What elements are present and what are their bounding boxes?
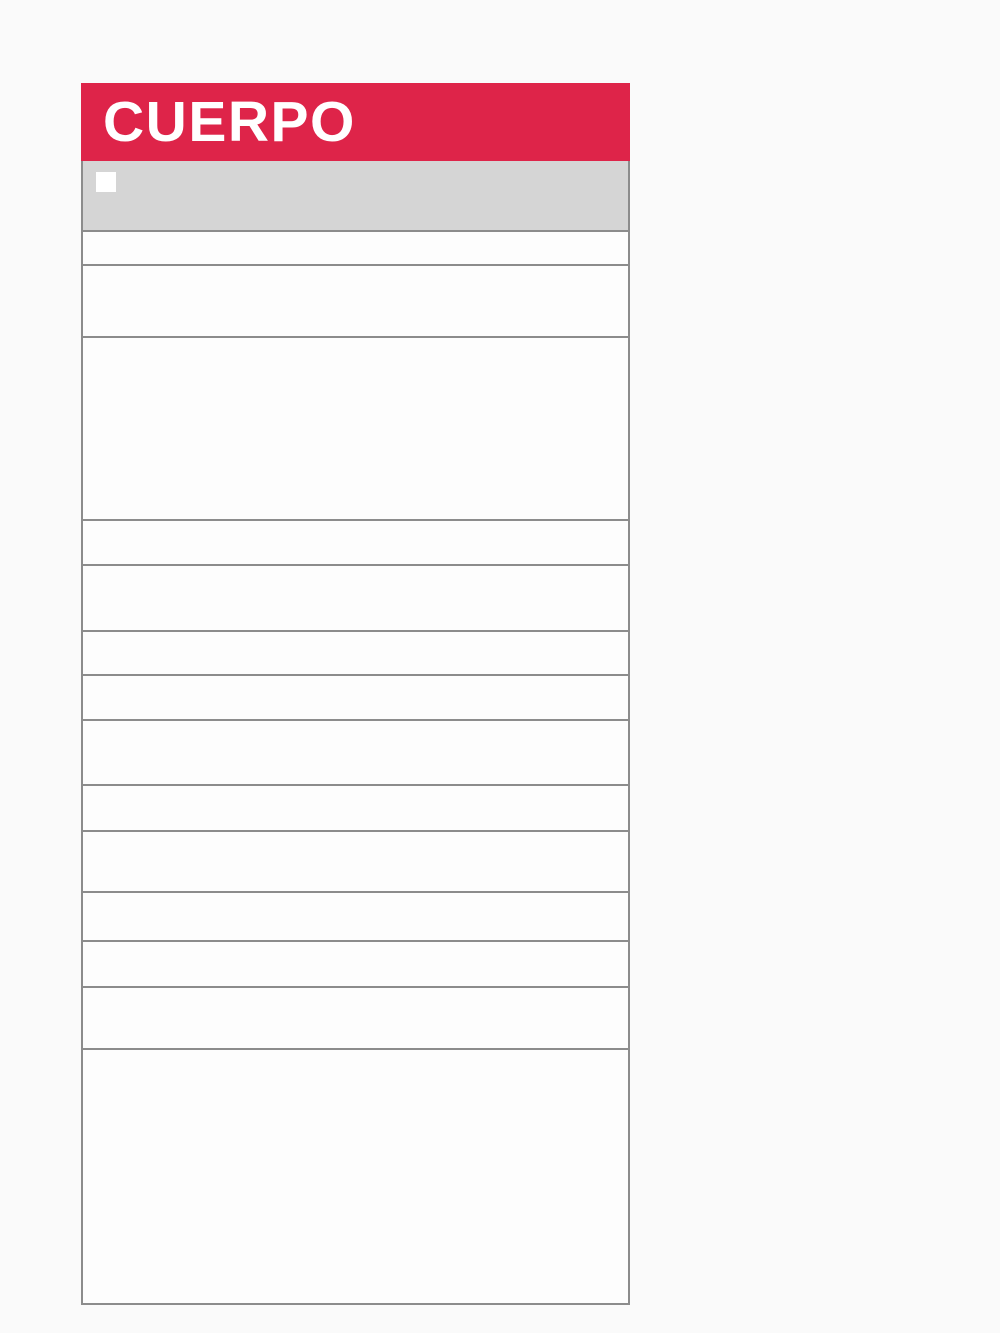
table-cell-text — [83, 232, 628, 240]
table-cell-text — [83, 832, 628, 840]
table-row[interactable] — [83, 338, 628, 521]
white-square-marker — [96, 172, 116, 192]
table-row[interactable] — [83, 676, 628, 721]
marker-row[interactable] — [81, 161, 630, 232]
table-header-bar: CUERPO — [81, 83, 630, 161]
table-cell-text — [83, 676, 628, 684]
table-row[interactable] — [83, 786, 628, 832]
table-cell-text — [83, 942, 628, 950]
table-cell-text — [83, 338, 628, 346]
table-cell-text — [83, 988, 628, 996]
table-cell-text — [83, 721, 628, 729]
table-cell-text — [83, 266, 628, 274]
table-row[interactable] — [83, 893, 628, 942]
table-row[interactable] — [83, 232, 628, 266]
table-row[interactable] — [83, 721, 628, 786]
table-cell-text — [83, 566, 628, 574]
marker-row-text — [83, 161, 628, 169]
table-row[interactable] — [83, 521, 628, 566]
table-cell-text — [83, 521, 628, 529]
table-row[interactable] — [83, 266, 628, 338]
table-row[interactable] — [83, 1050, 628, 1305]
page-title: CUERPO — [103, 89, 356, 154]
table-row[interactable] — [83, 942, 628, 988]
table-row[interactable] — [83, 632, 628, 676]
table-row[interactable] — [83, 832, 628, 893]
table-cell-text — [83, 893, 628, 901]
table-cell-text — [83, 786, 628, 794]
table-cell-text — [83, 1050, 628, 1058]
table-row[interactable] — [83, 988, 628, 1050]
cuerpo-table: CUERPO — [81, 83, 630, 1305]
table-cell-text — [83, 632, 628, 640]
table-row[interactable] — [83, 566, 628, 632]
table-body — [81, 232, 630, 1305]
